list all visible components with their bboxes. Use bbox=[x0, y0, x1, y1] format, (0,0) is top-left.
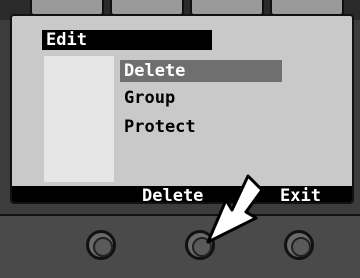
hw-button-right[interactable] bbox=[284, 230, 314, 260]
softkey-exit-label: Exit bbox=[280, 186, 321, 204]
menu-item-delete[interactable]: Delete bbox=[120, 60, 282, 82]
menu-side-panel bbox=[44, 56, 114, 182]
hw-button-left[interactable] bbox=[86, 230, 116, 260]
menu-header: Edit bbox=[42, 30, 212, 50]
menu-item-group[interactable]: Group bbox=[120, 87, 282, 109]
softkey-bar: Delete Exit bbox=[12, 186, 352, 204]
softkey-delete-label: Delete bbox=[142, 186, 204, 204]
lcd-screen: Edit Delete Group Protect Delete Exit bbox=[10, 14, 354, 204]
menu-title: Edit bbox=[46, 30, 87, 50]
hw-button-middle[interactable] bbox=[185, 230, 215, 260]
menu-item-protect[interactable]: Protect bbox=[120, 116, 282, 138]
